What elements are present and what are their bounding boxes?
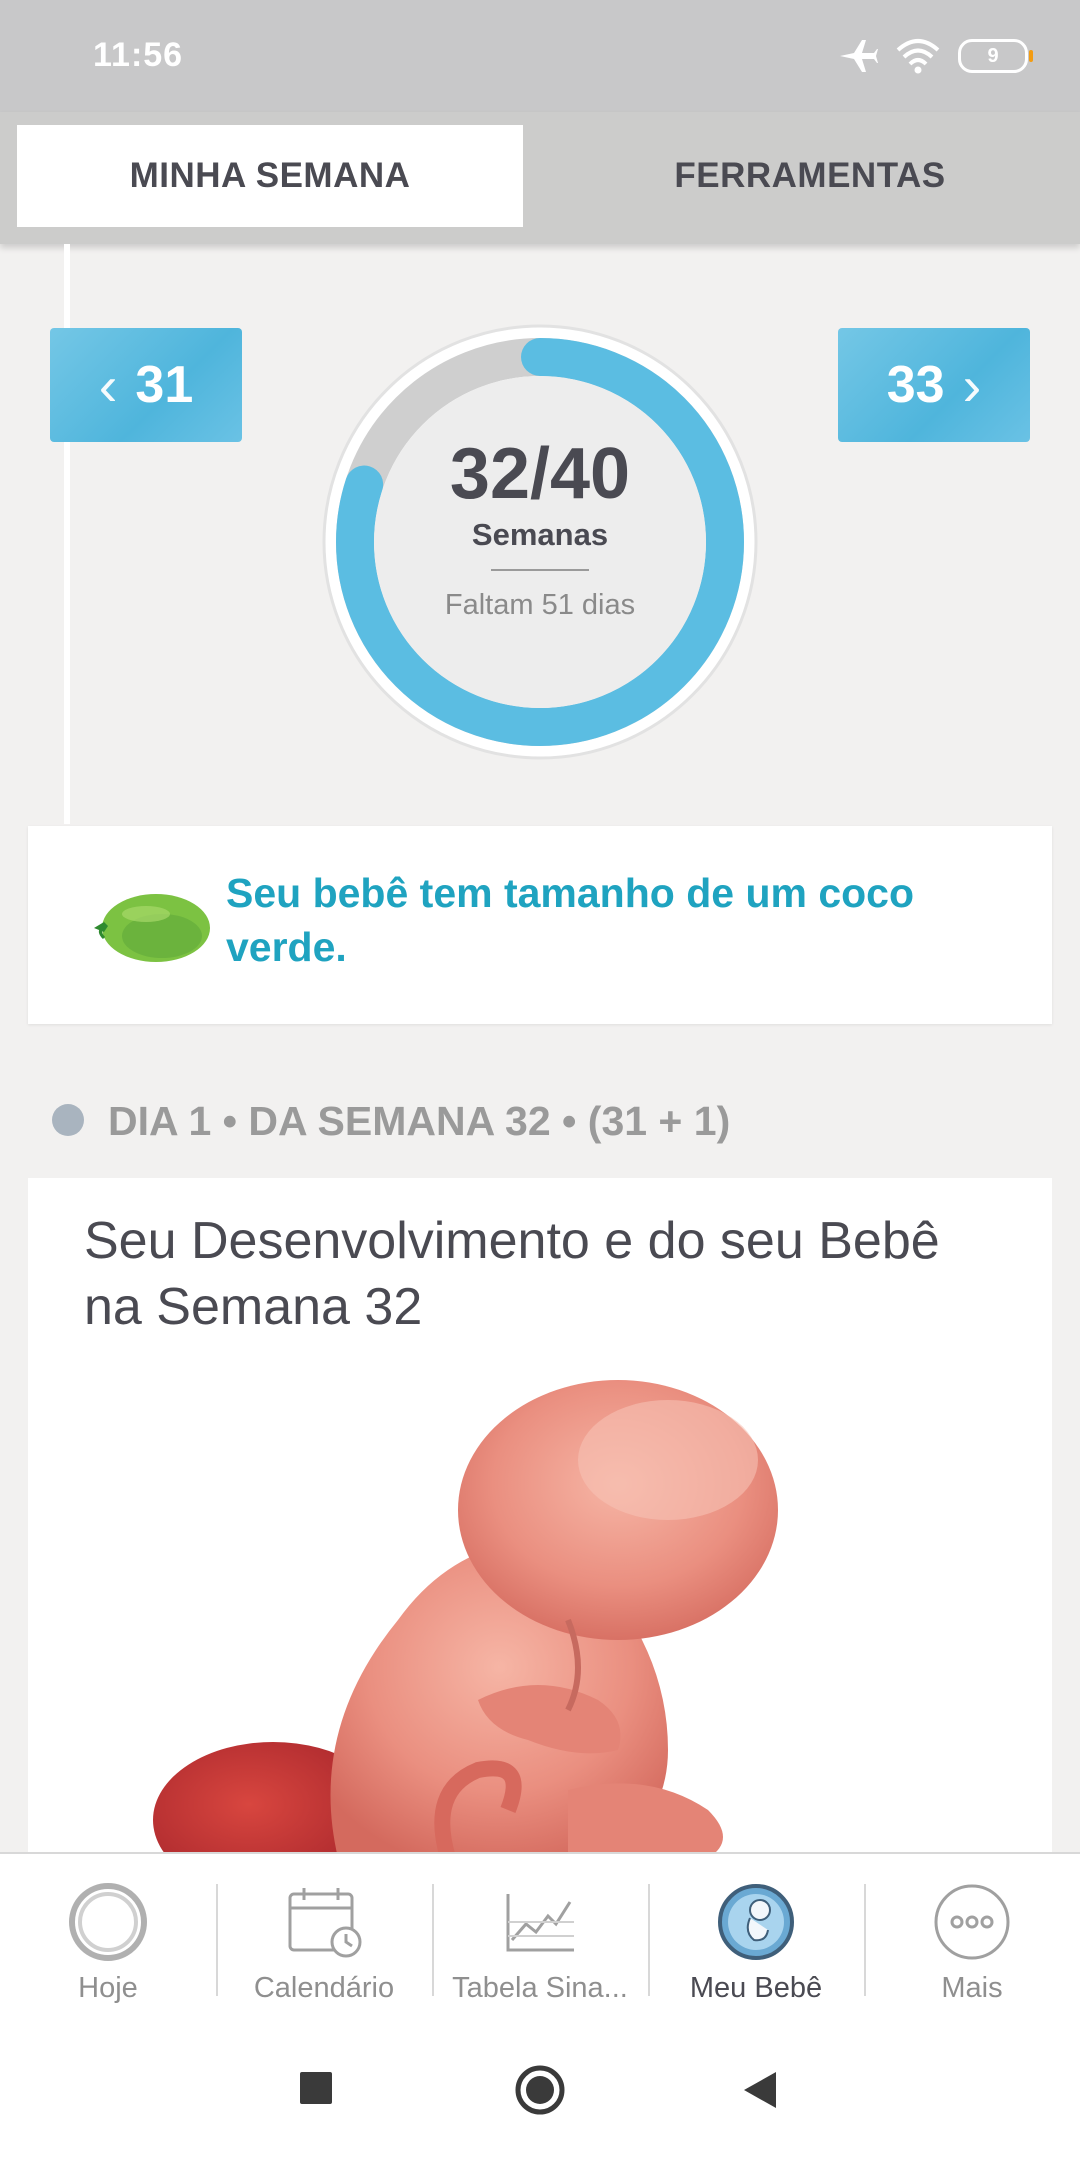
- week-progress-value: 32/40: [449, 433, 631, 514]
- timeline-dot: [52, 1104, 84, 1136]
- system-navigation-bar: [0, 2026, 1080, 2160]
- nav-label-hoje: Hoje: [78, 1972, 138, 2004]
- progress-text: 32/40 Semanas Faltam 51 dias: [320, 322, 760, 762]
- chevron-right-icon: ›: [962, 353, 982, 417]
- fetus-illustration: [153, 1380, 778, 1858]
- status-icons: 9: [838, 36, 1033, 76]
- pregnancy-progress-ring: 32/40 Semanas Faltam 51 dias: [320, 322, 760, 762]
- nav-calendario[interactable]: Calendário: [216, 1854, 432, 2028]
- nav-mais[interactable]: Mais: [864, 1854, 1080, 2028]
- tab-ferramentas[interactable]: FERRAMENTAS: [540, 125, 1080, 227]
- battery-icon: 9: [958, 39, 1033, 73]
- nav-meu-bebe[interactable]: Meu Bebê: [648, 1854, 864, 2028]
- baby-size-text: Seu bebê tem tamanho de um coco verde.: [226, 870, 915, 970]
- chevron-left-icon: ‹: [98, 353, 118, 417]
- tab-minha-semana[interactable]: MINHA SEMANA: [17, 125, 523, 227]
- article-card[interactable]: Seu Desenvolvimento e do seu Bebê na Sem…: [28, 1178, 1052, 1858]
- next-week-button[interactable]: 33 ›: [838, 328, 1030, 442]
- progress-divider: [491, 568, 589, 571]
- nav-label-calendario: Calendário: [253, 1972, 395, 2004]
- nav-tabela-sinais[interactable]: Tabela Sina...: [432, 1854, 648, 2028]
- previous-week-button[interactable]: ‹ 31: [50, 328, 242, 442]
- day-header: DIA 1 • DA SEMANA 32 • (31 + 1): [108, 1098, 731, 1144]
- calendar-clock-icon: [288, 1888, 362, 1958]
- more-dots-icon: [934, 1884, 1010, 1960]
- week-progress-label: Semanas: [471, 516, 609, 552]
- days-remaining: Faltam 51 dias: [444, 588, 636, 621]
- back-icon[interactable]: [742, 2070, 778, 2110]
- nav-label-tabela: Tabela Sina...: [452, 1972, 628, 2004]
- baby-size-card[interactable]: Seu bebê tem tamanho de um coco verde.: [28, 826, 1052, 1024]
- today-ring-icon: [69, 1883, 147, 1961]
- nav-label-mais: Mais: [941, 1972, 1003, 2004]
- baby-icon: [718, 1884, 794, 1960]
- coconut-icon: [94, 894, 210, 962]
- status-bar: 11:56 9: [0, 0, 1080, 112]
- bottom-navigation: Hoje Calendário Tabela Sina... Meu Bebê: [0, 1852, 1080, 2028]
- nav-hoje[interactable]: Hoje: [0, 1854, 216, 2028]
- wifi-icon: [896, 39, 940, 74]
- status-time: 11:56: [93, 36, 184, 74]
- next-week-number: 33: [886, 356, 945, 414]
- previous-week-number: 31: [135, 356, 194, 414]
- article-title: Seu Desenvolvimento e do seu Bebê na Sem…: [84, 1212, 940, 1336]
- nav-label-meu-bebe: Meu Bebê: [689, 1972, 823, 2004]
- chart-icon: [506, 1894, 574, 1952]
- top-tabs: MINHA SEMANA FERRAMENTAS: [0, 112, 1080, 244]
- home-icon[interactable]: [514, 2064, 566, 2116]
- recent-apps-icon[interactable]: [298, 2070, 334, 2106]
- airplane-icon: [840, 40, 878, 72]
